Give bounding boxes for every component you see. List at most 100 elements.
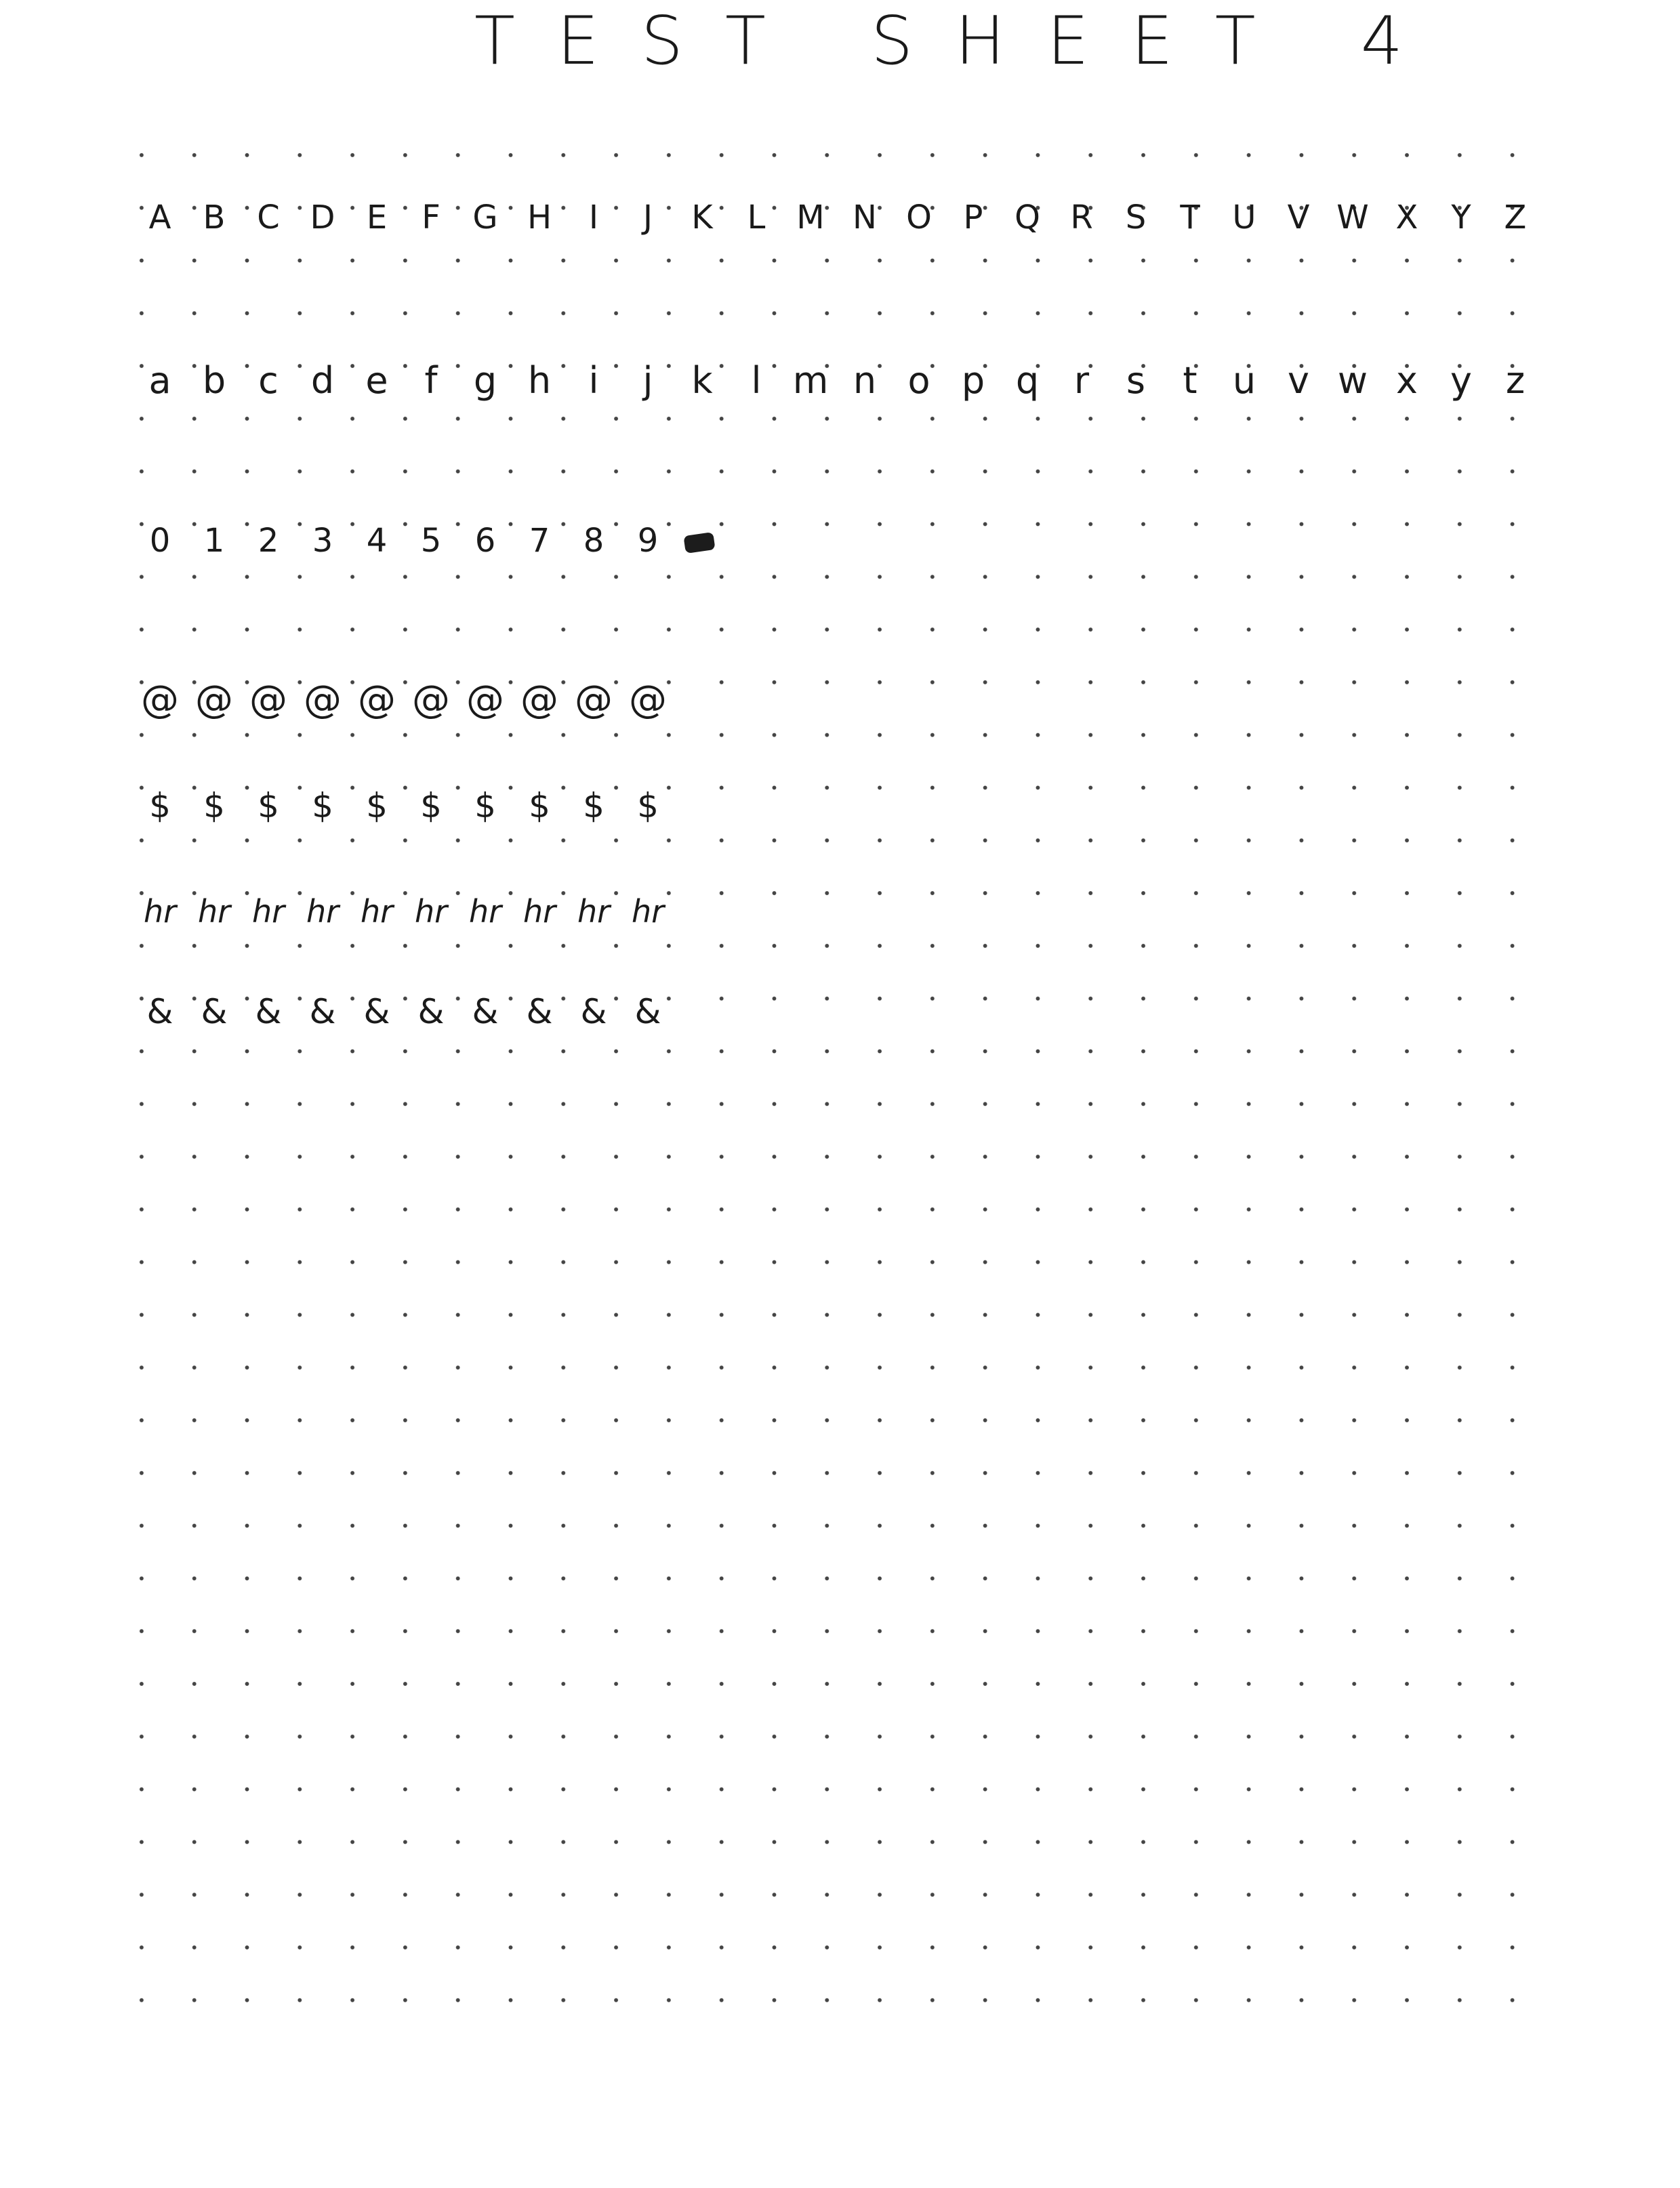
glyph: @ [249, 678, 287, 722]
glyph: q [1015, 359, 1040, 402]
glyph: @ [520, 678, 558, 722]
glyph: c [258, 359, 279, 402]
glyph: @ [358, 678, 396, 722]
glyph: @ [141, 678, 179, 722]
glyph: 9 [637, 522, 659, 560]
glyph: s [1126, 359, 1146, 402]
glyph: Y [1451, 199, 1471, 236]
glyph: hr [143, 893, 177, 930]
glyph: L [747, 199, 766, 236]
glyph: T [1180, 199, 1200, 236]
glyph: 7 [529, 522, 550, 560]
glyph: v [1288, 359, 1309, 402]
glyph: a [148, 359, 171, 402]
glyph: & [201, 992, 228, 1031]
uppercase-row: ABCDEFGHI J KLMNOPQRSTUVWXYZ [133, 199, 1542, 236]
glyph: y [1450, 359, 1472, 402]
glyph: hr [251, 893, 285, 930]
ink-scribble [683, 532, 716, 554]
glyph: p [961, 359, 985, 402]
glyph: U [1232, 199, 1256, 236]
glyph: G [472, 199, 498, 236]
glyph: b [202, 359, 226, 402]
glyph: & [580, 992, 607, 1031]
glyph: hr [523, 893, 556, 930]
glyph: F [422, 199, 441, 236]
digits-row: 0123456789 [133, 522, 716, 560]
glyph: R [1070, 199, 1093, 236]
lowercase-row: abcdefghijklmnopqrstuvwxyz [133, 359, 1542, 402]
glyph: I [588, 199, 599, 236]
glyph: & [309, 992, 336, 1031]
glyph: e [365, 359, 388, 402]
glyph: M [796, 199, 825, 236]
glyph: hr [631, 893, 665, 930]
glyph: u [1232, 359, 1256, 402]
glyph: @ [304, 678, 342, 722]
glyph: $ [583, 786, 605, 825]
glyph: l [751, 359, 762, 402]
glyph: 1 [203, 522, 225, 560]
glyph: @ [629, 678, 667, 722]
glyph: @ [575, 678, 613, 722]
glyph: 2 [258, 522, 279, 560]
glyph: J [642, 199, 653, 236]
glyph: & [634, 992, 661, 1031]
glyph: hr [414, 893, 448, 930]
glyph: w [1337, 359, 1368, 402]
glyph: z [1505, 359, 1525, 402]
glyph: A [148, 199, 171, 236]
glyph: O [906, 199, 932, 236]
glyph: 4 [366, 522, 388, 560]
glyph: @ [466, 678, 504, 722]
glyph: $ [637, 786, 659, 825]
glyph: N [853, 199, 877, 236]
glyph: o [907, 359, 930, 402]
glyph: V [1287, 199, 1310, 236]
glyph: 8 [583, 522, 605, 560]
glyph: k [691, 359, 713, 402]
glyph: E [366, 199, 388, 236]
ampersand-row: & & & & & & & & & & [133, 992, 675, 1031]
glyph: i [588, 359, 599, 402]
page-title: TEST SHEET 4 [474, 3, 1446, 80]
glyph: W [1336, 199, 1369, 236]
glyph: 5 [420, 522, 442, 560]
hr-row: hr hr hr hr hr hr hr hr hr hr [133, 893, 675, 930]
glyph: C [257, 199, 280, 236]
glyph: H [527, 199, 552, 236]
glyph: j [642, 359, 653, 402]
glyph: & [146, 992, 173, 1031]
glyph: m [792, 359, 829, 402]
glyph: & [363, 992, 390, 1031]
glyph: 6 [474, 522, 496, 560]
glyph: f [424, 359, 438, 402]
glyph: K [691, 199, 713, 236]
glyph: h [527, 359, 552, 402]
glyph: 3 [312, 522, 333, 560]
glyph: $ [366, 786, 388, 825]
glyph: & [472, 992, 499, 1031]
glyph: D [310, 199, 335, 236]
glyph: d [310, 359, 335, 402]
glyph: @ [412, 678, 450, 722]
glyph: hr [197, 893, 231, 930]
glyph: hr [468, 893, 502, 930]
test-sheet: TEST SHEET 4 ABCDEFGHIJKLMNOPQRSTUVWXYZ … [0, 0, 1680, 2188]
glyph: r [1073, 359, 1090, 402]
glyph: t [1183, 359, 1197, 402]
glyph: S [1125, 199, 1147, 236]
glyph: & [417, 992, 445, 1031]
glyph: @ [195, 678, 233, 722]
glyph: $ [149, 786, 171, 825]
glyph: n [853, 359, 877, 402]
glyph: $ [529, 786, 550, 825]
glyph: $ [474, 786, 496, 825]
glyph: & [526, 992, 553, 1031]
glyph: Q [1015, 199, 1040, 236]
at-sign-row: @ @ @ @ @ @ @ @ @ @ [133, 678, 675, 722]
glyph: Z [1504, 199, 1527, 236]
glyph: hr [360, 893, 394, 930]
glyph: & [255, 992, 282, 1031]
glyph: X [1395, 199, 1418, 236]
